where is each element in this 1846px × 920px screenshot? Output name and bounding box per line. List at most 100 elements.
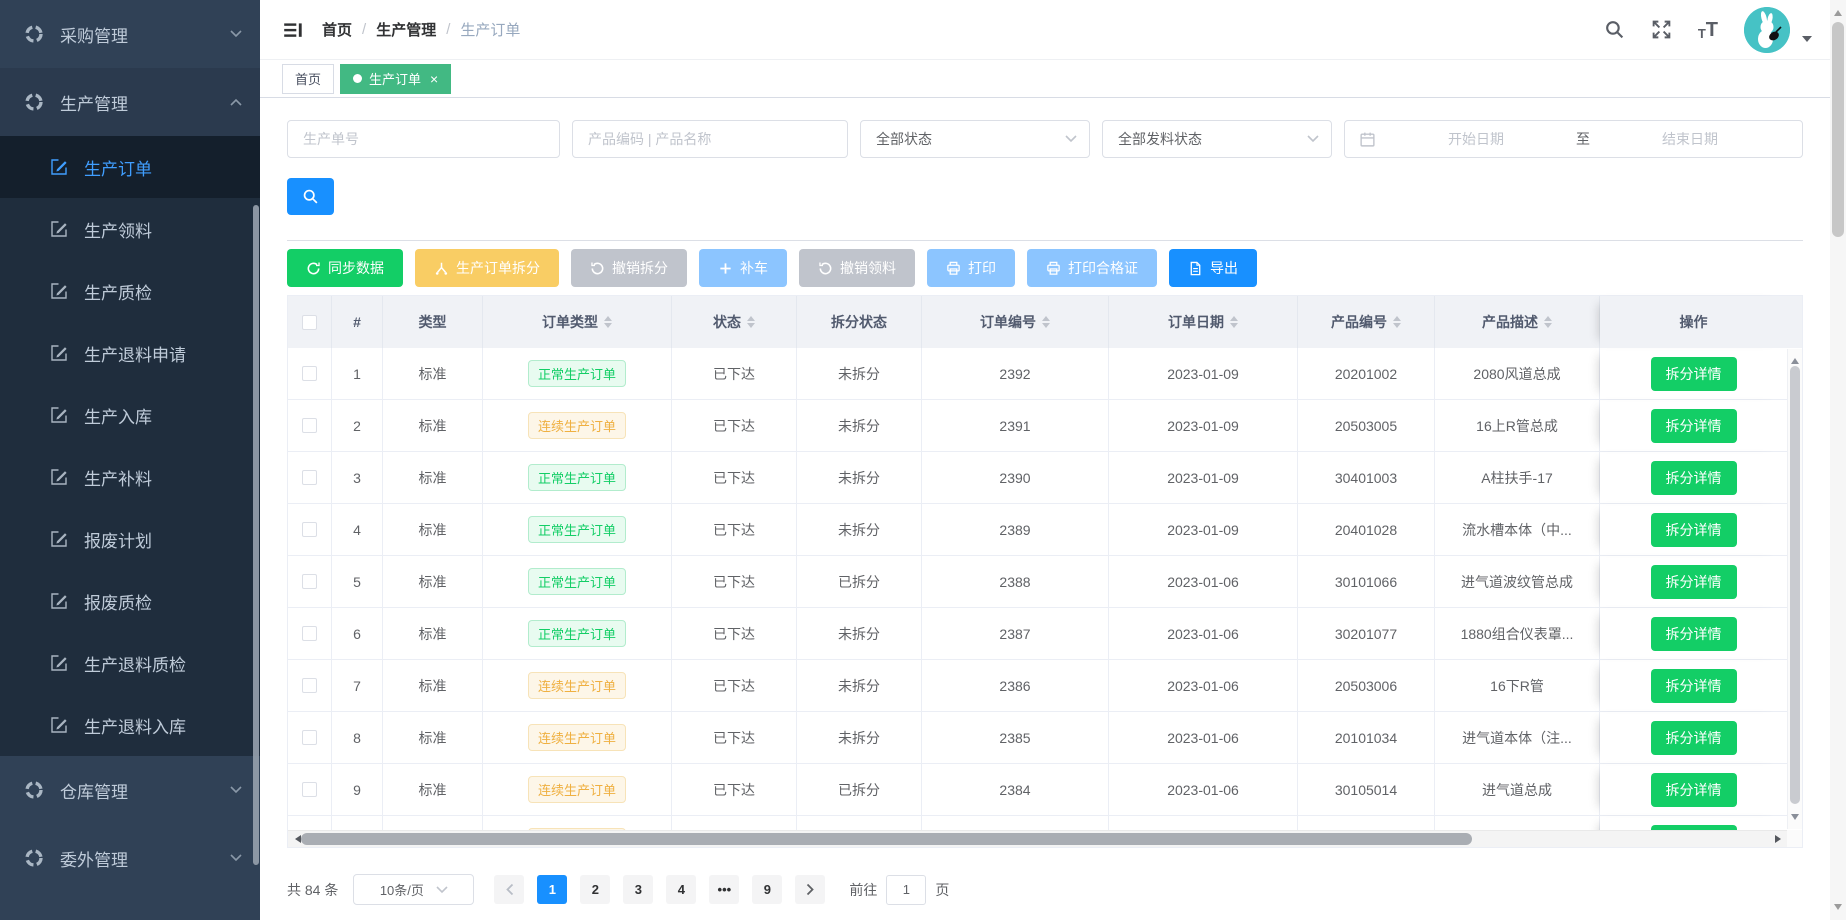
avatar-dropdown-caret-icon[interactable]: [1802, 36, 1812, 47]
sidebar-subitem-1-3[interactable]: 生产退料申请: [0, 322, 260, 384]
product-code-name-input[interactable]: [572, 120, 848, 158]
goto-page-input[interactable]: [886, 875, 926, 905]
horizontal-scroll-thumb[interactable]: [301, 833, 1472, 845]
search-icon[interactable]: [1604, 19, 1625, 40]
sort-desc-icon[interactable]: [747, 323, 755, 332]
sort-asc-icon[interactable]: [1230, 312, 1238, 321]
table-horizontal-scrollbar[interactable]: [288, 830, 1788, 847]
sidebar-subitem-1-1[interactable]: 生产领料: [0, 198, 260, 260]
scroll-left-arrow-icon[interactable]: [291, 835, 301, 843]
sort-desc-icon[interactable]: [1544, 323, 1552, 332]
vertical-scroll-thumb[interactable]: [1790, 366, 1800, 804]
column-header-2[interactable]: 订单类型: [483, 296, 672, 348]
export-button[interactable]: 导出: [1169, 249, 1257, 287]
select-all-checkbox[interactable]: [302, 315, 317, 330]
page-button-4[interactable]: 4: [666, 875, 696, 904]
page-button-1[interactable]: 1: [537, 875, 567, 904]
sort-desc-icon[interactable]: [1042, 323, 1050, 332]
row-checkbox[interactable]: [302, 470, 317, 485]
sidebar-subitem-1-2[interactable]: 生产质检: [0, 260, 260, 322]
row-checkbox[interactable]: [302, 418, 317, 433]
split-detail-button[interactable]: 拆分详情: [1651, 409, 1737, 443]
font-size-icon[interactable]: TT: [1698, 20, 1718, 40]
scroll-up-arrow-icon[interactable]: [1791, 354, 1799, 364]
split-detail-button[interactable]: 拆分详情: [1651, 461, 1737, 495]
add-car-button[interactable]: 补车: [699, 249, 787, 287]
user-avatar[interactable]: [1744, 7, 1790, 53]
row-checkbox[interactable]: [302, 522, 317, 537]
column-header-6[interactable]: 订单日期: [1109, 296, 1298, 348]
tab-1[interactable]: 生产订单×: [340, 64, 451, 94]
row-checkbox[interactable]: [302, 678, 317, 693]
split-detail-button[interactable]: 拆分详情: [1651, 773, 1737, 807]
breadcrumb-home[interactable]: 首页: [322, 19, 352, 40]
split-detail-button[interactable]: 拆分详情: [1651, 617, 1737, 651]
split-detail-button[interactable]: 拆分详情: [1651, 721, 1737, 755]
order-split-button[interactable]: 生产订单拆分: [415, 249, 559, 287]
split-detail-button[interactable]: 拆分详情: [1651, 513, 1737, 547]
scroll-up-arrow-icon[interactable]: [1834, 6, 1842, 16]
sort-desc-icon[interactable]: [1230, 323, 1238, 332]
pager-ellipsis[interactable]: •••: [709, 875, 739, 904]
undo-split-button[interactable]: 撤销拆分: [571, 249, 687, 287]
sidebar-group-2[interactable]: 仓库管理: [0, 756, 260, 824]
sidebar-subitem-1-7[interactable]: 报废质检: [0, 570, 260, 632]
table-vertical-scrollbar[interactable]: [1787, 349, 1802, 829]
browser-scrollbar[interactable]: [1830, 0, 1846, 920]
browser-scroll-thumb[interactable]: [1832, 22, 1844, 237]
sidebar-group-1[interactable]: 生产管理: [0, 68, 260, 136]
scroll-down-arrow-icon[interactable]: [1791, 814, 1799, 824]
scroll-down-arrow-icon[interactable]: [1834, 904, 1842, 914]
tab-0[interactable]: 首页: [282, 64, 334, 94]
sort-asc-icon[interactable]: [747, 312, 755, 321]
sort-carets-icon[interactable]: [1230, 312, 1238, 332]
column-header-8[interactable]: 产品描述: [1435, 296, 1600, 348]
sidebar-subitem-1-4[interactable]: 生产入库: [0, 384, 260, 446]
row-checkbox[interactable]: [302, 782, 317, 797]
split-detail-button[interactable]: 拆分详情: [1651, 565, 1737, 599]
page-button-3[interactable]: 3: [623, 875, 653, 904]
undo-issue-button[interactable]: 撤销领料: [799, 249, 915, 287]
sidebar-subitem-1-8[interactable]: 生产退料质检: [0, 632, 260, 694]
sort-carets-icon[interactable]: [1544, 312, 1552, 332]
sidebar-subitem-1-9[interactable]: 生产退料入库: [0, 694, 260, 756]
row-checkbox[interactable]: [302, 366, 317, 381]
scroll-right-arrow-icon[interactable]: [1775, 835, 1785, 843]
split-detail-button[interactable]: 拆分详情: [1651, 669, 1737, 703]
row-checkbox[interactable]: [302, 626, 317, 641]
sort-desc-icon[interactable]: [1393, 323, 1401, 332]
breadcrumb-production-management[interactable]: 生产管理: [376, 19, 436, 40]
production-order-no-input[interactable]: [287, 120, 560, 158]
sort-carets-icon[interactable]: [604, 312, 612, 332]
sort-asc-icon[interactable]: [1393, 312, 1401, 321]
page-button-9[interactable]: 9: [752, 875, 782, 904]
sort-asc-icon[interactable]: [604, 312, 612, 321]
page-button-2[interactable]: 2: [580, 875, 610, 904]
hamburger-icon[interactable]: [282, 19, 304, 41]
sidebar-group-3[interactable]: 委外管理: [0, 824, 260, 892]
column-header-3[interactable]: 状态: [672, 296, 797, 348]
sort-asc-icon[interactable]: [1042, 312, 1050, 321]
close-icon[interactable]: ×: [430, 72, 438, 86]
page-size-select[interactable]: 10条/页: [353, 874, 474, 905]
print-cert-button[interactable]: 打印合格证: [1027, 249, 1157, 287]
prev-page-button[interactable]: [494, 875, 524, 904]
fullscreen-icon[interactable]: [1651, 19, 1672, 40]
sidebar-group-0[interactable]: 采购管理: [0, 0, 260, 68]
search-button[interactable]: [287, 178, 334, 215]
print-button[interactable]: 打印: [927, 249, 1015, 287]
column-header-7[interactable]: 产品编号: [1298, 296, 1435, 348]
row-checkbox[interactable]: [302, 574, 317, 589]
sort-asc-icon[interactable]: [1544, 312, 1552, 321]
sidebar-subitem-1-6[interactable]: 报废计划: [0, 508, 260, 570]
sort-carets-icon[interactable]: [1393, 312, 1401, 332]
sort-carets-icon[interactable]: [1042, 312, 1050, 332]
sidebar-subitem-1-0[interactable]: 生产订单: [0, 136, 260, 198]
status-select[interactable]: 全部状态: [860, 120, 1090, 158]
sidebar-scrollbar[interactable]: [253, 205, 259, 865]
date-range-picker[interactable]: 开始日期 至 结束日期: [1344, 120, 1803, 158]
sort-desc-icon[interactable]: [604, 323, 612, 332]
split-detail-button[interactable]: 拆分详情: [1651, 357, 1737, 391]
sort-carets-icon[interactable]: [747, 312, 755, 332]
sidebar-subitem-1-5[interactable]: 生产补料: [0, 446, 260, 508]
